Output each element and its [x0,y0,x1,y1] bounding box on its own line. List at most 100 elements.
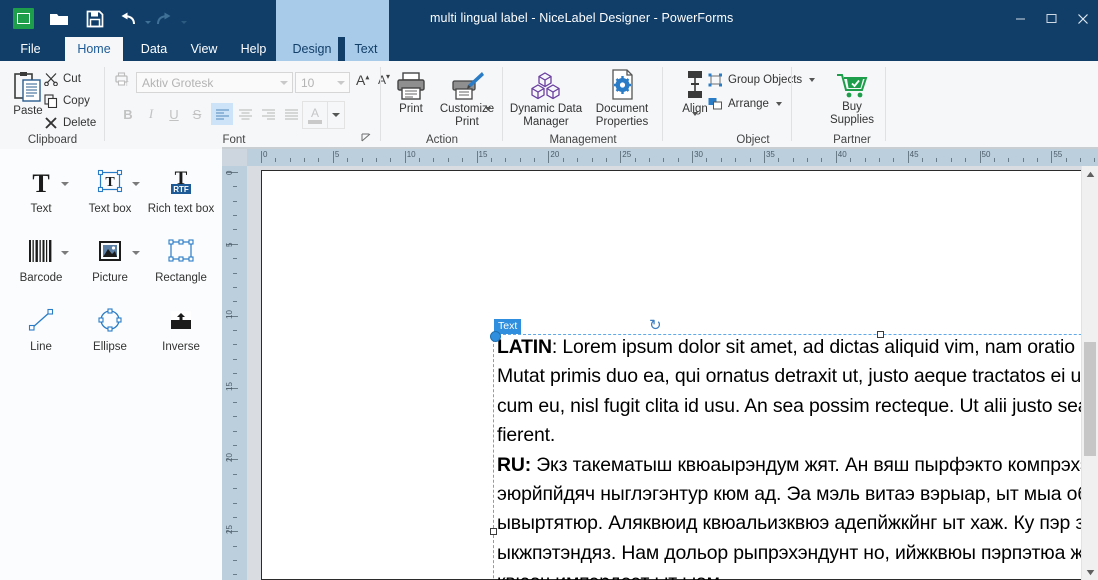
print-label: Print [399,103,423,116]
ruler-minor-tick [233,546,237,547]
print-button[interactable]: Print [387,67,435,116]
tool-barcode[interactable]: Barcode [8,231,74,284]
group-separator [885,67,886,141]
group-title-clipboard: Clipboard [0,134,105,146]
delete-button[interactable]: Delete [44,116,96,130]
redo-dropdown-arrow[interactable] [181,21,187,24]
undo-dropdown-arrow[interactable] [145,21,151,24]
align-justify-button[interactable] [280,103,302,125]
canvas-scroll-thumb[interactable] [1084,342,1096,456]
tool-line[interactable]: Line [8,300,74,353]
font-color-label: A [311,106,319,120]
tab-help[interactable]: Help [231,37,276,61]
ribbon-group-object: Align Group Objects Arrange Object [663,61,818,149]
ellipse-icon [77,300,143,340]
maximize-button[interactable] [1036,0,1067,37]
undo-icon [118,11,138,27]
ruler-tick-label: 10 [225,310,234,319]
tool-rich-text-box[interactable]: T RTF Rich text box [145,162,217,215]
align-left-button[interactable] [211,103,233,125]
ruler-minor-tick [491,158,492,162]
tool-rectangle-label: Rectangle [145,272,217,284]
document-properties-button[interactable]: Document Properties [585,67,659,129]
align-justify-icon [284,108,299,120]
ruler-minor-tick [505,158,506,162]
strikethrough-label: S [193,107,202,122]
resize-handle-middle-left[interactable] [490,528,497,535]
buy-supplies-button[interactable]: Buy Supplies [820,65,884,127]
save-button[interactable] [78,4,112,34]
underline-button[interactable]: U [163,103,185,125]
bold-button[interactable]: B [117,103,139,125]
group-objects-button[interactable]: Group Objects [708,73,815,87]
copy-label: Copy [63,95,90,107]
tab-data[interactable]: Data [131,37,177,61]
ribbon-group-partner: Buy Supplies Partner [818,61,886,149]
close-button[interactable] [1067,0,1098,37]
strikethrough-button[interactable]: S [186,103,208,125]
design-canvas-area[interactable]: 0510152025303540455055 0510152025 LATIN:… [222,149,1098,580]
tab-design[interactable]: Design [286,37,338,61]
tool-picture-dropdown[interactable] [132,251,140,255]
font-name-combobox[interactable]: Aktiv Grotesk [136,72,293,93]
undo-button[interactable] [114,4,148,34]
align-center-button[interactable] [234,103,256,125]
arrange-label: Arrange [728,98,769,110]
scroll-up-button[interactable] [1082,166,1098,182]
tab-home[interactable]: Home [65,37,123,61]
tab-view[interactable]: View [181,37,227,61]
ruler-tick-label: 25 [225,525,234,534]
label-text-content: LATIN: Lorem ipsum dolor sit amet, ad di… [497,333,1098,580]
copy-icon [44,94,58,108]
chevron-down-icon[interactable] [809,78,815,82]
chevron-down-icon[interactable] [692,112,698,116]
ruler-tick-label: 15 [225,382,234,391]
open-button[interactable] [42,4,76,34]
chevron-down-icon[interactable] [337,81,345,85]
canvas-vertical-scrollbar[interactable] [1081,166,1098,580]
redo-button[interactable] [150,4,184,34]
tool-rectangle[interactable]: Rectangle [145,231,217,284]
grow-font-button[interactable]: A▴ [356,72,369,88]
tool-text-box[interactable]: T Text box [77,162,143,215]
chevron-down-icon[interactable] [280,81,288,85]
align-right-button[interactable] [257,103,279,125]
scroll-down-button[interactable] [1082,564,1098,580]
ruler-minor-tick [879,158,880,162]
ruler-minor-tick [520,158,521,162]
tool-text[interactable]: T Text [8,162,74,215]
inverse-icon [145,300,217,340]
copy-button[interactable]: Copy [44,94,90,108]
tool-text-box-dropdown[interactable] [132,182,140,186]
italic-button[interactable]: I [140,103,162,125]
ruler-minor-tick [821,158,822,162]
cut-button[interactable]: Cut [44,72,81,86]
tab-text[interactable]: Text [345,37,387,61]
font-color-dropdown[interactable] [327,101,345,129]
tool-inverse[interactable]: Inverse [145,300,217,353]
ruler-minor-tick [663,158,664,162]
customize-print-button[interactable]: Customize Print [433,67,501,129]
dynamic-data-manager-button[interactable]: Dynamic Data Manager [505,67,587,129]
tab-file[interactable]: File [8,37,53,61]
ruler-tick-label: 20 [225,453,234,462]
quick-access-toolbar [0,0,184,37]
tool-picture[interactable]: Picture [77,231,143,284]
resize-handle-top-center[interactable] [877,331,884,338]
font-size-combobox[interactable]: 10 [295,72,350,93]
rotation-arrow-icon[interactable]: ↻ [649,318,662,333]
tool-ellipse[interactable]: Ellipse [77,300,143,353]
group-separator [791,67,792,141]
chevron-down-icon[interactable] [776,102,782,106]
text-object-selection[interactable]: LATIN: Lorem ipsum dolor sit amet, ad di… [494,335,1098,580]
arrange-button[interactable]: Arrange [708,97,782,111]
minimize-button[interactable] [1005,0,1036,37]
ruler-major-tick [980,151,981,163]
tool-text-dropdown[interactable] [61,182,69,186]
app-menu-button[interactable] [6,4,40,34]
font-color-button[interactable]: A [302,101,328,129]
tool-barcode-dropdown[interactable] [61,251,69,255]
font-dialog-launcher[interactable] [361,133,373,145]
rotate-handle-top-left[interactable] [490,331,501,342]
chevron-down-icon[interactable] [485,107,491,111]
